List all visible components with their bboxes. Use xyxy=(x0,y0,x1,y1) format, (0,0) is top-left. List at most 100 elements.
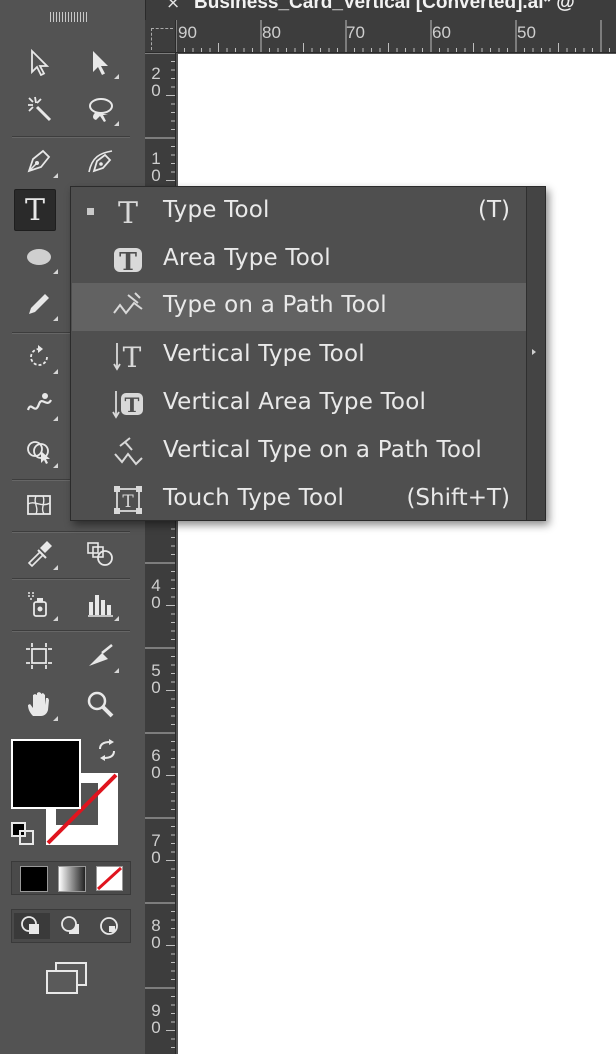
flyout-tearoff-bar[interactable] xyxy=(526,187,545,520)
ruler-label: 60 xyxy=(432,23,451,42)
arrow-icon xyxy=(31,48,50,76)
draw-normal-button[interactable] xyxy=(14,913,50,939)
hand-tool[interactable] xyxy=(20,685,58,723)
menu-item-shortcut: (T) xyxy=(478,197,510,223)
artboard-icon xyxy=(26,643,52,669)
menu-item-touch-type-tool[interactable]: T Touch Type Tool (Shift+T) xyxy=(72,476,526,524)
menu-item-label: Area Type Tool xyxy=(163,245,331,271)
ruler-label: 40 xyxy=(151,576,161,612)
ruler-label: 70 xyxy=(151,831,161,867)
curvature-pen-icon xyxy=(88,150,113,173)
document-tab[interactable]: × Business_Card_Vertical [Converted].ai*… xyxy=(145,0,616,20)
selection-tool[interactable] xyxy=(20,43,58,81)
ellipse-icon xyxy=(27,249,51,265)
type-tool-flyout-menu: T Type Tool (T) T Area Type Tool Type on… xyxy=(70,186,546,521)
menu-item-label: Touch Type Tool xyxy=(163,485,345,511)
menu-item-type-tool[interactable]: T Type Tool (T) xyxy=(72,188,526,236)
eyedropper-tool[interactable] xyxy=(20,534,58,572)
color-button[interactable] xyxy=(16,865,52,892)
none-button[interactable] xyxy=(92,865,128,891)
spray-icon xyxy=(28,592,47,617)
vertical-type-icon: T xyxy=(113,341,142,372)
slice-icon xyxy=(89,644,113,666)
menu-item-shortcut: (Shift+T) xyxy=(406,485,510,511)
tools-panel: T xyxy=(0,0,142,1054)
ruler-ticks xyxy=(176,20,610,52)
magic-wand-tool[interactable] xyxy=(20,90,58,128)
shape-builder-tool[interactable] xyxy=(20,432,58,470)
menu-item-label: Vertical Area Type Tool xyxy=(163,389,427,415)
color-mode-bar xyxy=(11,861,131,895)
column-graph-tool[interactable] xyxy=(81,585,119,623)
rotate-tool[interactable] xyxy=(20,338,58,376)
svg-text:T: T xyxy=(123,341,142,372)
blend-tool[interactable] xyxy=(81,534,119,572)
magnifier-icon xyxy=(87,691,114,718)
bar-graph-icon xyxy=(88,595,113,617)
menu-item-vertical-area-type-tool[interactable]: T Vertical Area Type Tool xyxy=(72,380,526,428)
horizontal-ruler: 90 80 70 60 50 xyxy=(176,20,616,53)
type-icon: T xyxy=(118,196,138,228)
menu-item-vertical-type-tool[interactable]: T Vertical Type Tool xyxy=(72,332,526,380)
pen-icon xyxy=(27,149,51,173)
close-tab-button[interactable]: × xyxy=(166,0,180,13)
artboard-tool[interactable] xyxy=(20,637,58,675)
draw-mode-bar xyxy=(11,909,131,943)
menu-item-vertical-type-on-path-tool[interactable]: Vertical Type on a Path Tool xyxy=(72,428,526,476)
ruler-origin[interactable] xyxy=(145,20,176,53)
menu-item-area-type-tool[interactable]: T Area Type Tool xyxy=(72,236,526,284)
ruler-label: 90 xyxy=(151,1001,161,1037)
pencil-icon xyxy=(29,294,49,314)
area-type-icon: T xyxy=(114,247,142,276)
slice-tool[interactable] xyxy=(81,637,119,675)
type-tool[interactable]: T xyxy=(14,189,56,231)
curvature-tool[interactable] xyxy=(81,142,119,180)
magic-wand-icon xyxy=(28,96,52,122)
warp-tool[interactable] xyxy=(20,385,58,423)
ruler-label: 80 xyxy=(262,23,281,42)
ellipse-tool[interactable] xyxy=(20,238,58,276)
tearoff-arrow-icon xyxy=(532,349,536,355)
lasso-icon xyxy=(89,98,113,122)
hand-icon xyxy=(28,692,49,716)
swap-fill-stroke-icon[interactable] xyxy=(96,739,118,761)
screen-mode-icon[interactable] xyxy=(44,961,90,997)
direct-selection-tool[interactable] xyxy=(81,43,119,81)
menu-item-label: Type Tool xyxy=(163,197,270,223)
rotate-icon xyxy=(30,345,48,366)
pencil-tool[interactable] xyxy=(20,285,58,323)
shape-builder-icon xyxy=(27,441,50,464)
panel-grip[interactable] xyxy=(50,16,88,22)
type-on-path-icon xyxy=(113,292,143,315)
document-title: Business_Card_Vertical [Converted].ai* @ xyxy=(194,0,575,13)
svg-text:T: T xyxy=(119,247,137,276)
ruler-label: 90 xyxy=(178,23,197,42)
gradient-button[interactable] xyxy=(54,865,90,892)
type-icon: T xyxy=(24,193,45,228)
draw-behind-icon xyxy=(61,916,79,934)
menu-item-type-on-path-tool[interactable]: Type on a Path Tool xyxy=(72,283,526,331)
draw-behind-button[interactable] xyxy=(54,913,90,939)
draw-normal-icon xyxy=(21,916,39,934)
vertical-area-type-icon: T xyxy=(112,391,143,419)
ruler-label: 20 xyxy=(151,64,161,100)
draw-inside-button[interactable] xyxy=(92,913,128,939)
menu-item-label: Type on a Path Tool xyxy=(163,292,387,318)
mesh-icon xyxy=(27,495,51,515)
svg-text:T: T xyxy=(125,393,140,417)
zoom-tool[interactable] xyxy=(81,685,119,723)
ruler-label: 70 xyxy=(346,23,365,42)
svg-text:T: T xyxy=(122,492,134,512)
menu-item-label: Vertical Type on a Path Tool xyxy=(163,437,483,463)
lasso-tool[interactable] xyxy=(81,90,119,128)
fill-swatch[interactable] xyxy=(11,739,81,809)
mesh-tool[interactable] xyxy=(20,486,58,524)
pen-tool[interactable] xyxy=(20,142,58,180)
default-fill-stroke-icon[interactable] xyxy=(11,822,35,846)
vertical-type-on-path-icon xyxy=(114,437,143,466)
none-icon xyxy=(96,866,123,891)
eyedropper-icon xyxy=(27,541,52,567)
symbol-sprayer-tool[interactable] xyxy=(20,585,58,623)
warp-icon xyxy=(26,393,52,411)
selected-indicator-icon xyxy=(87,208,94,215)
